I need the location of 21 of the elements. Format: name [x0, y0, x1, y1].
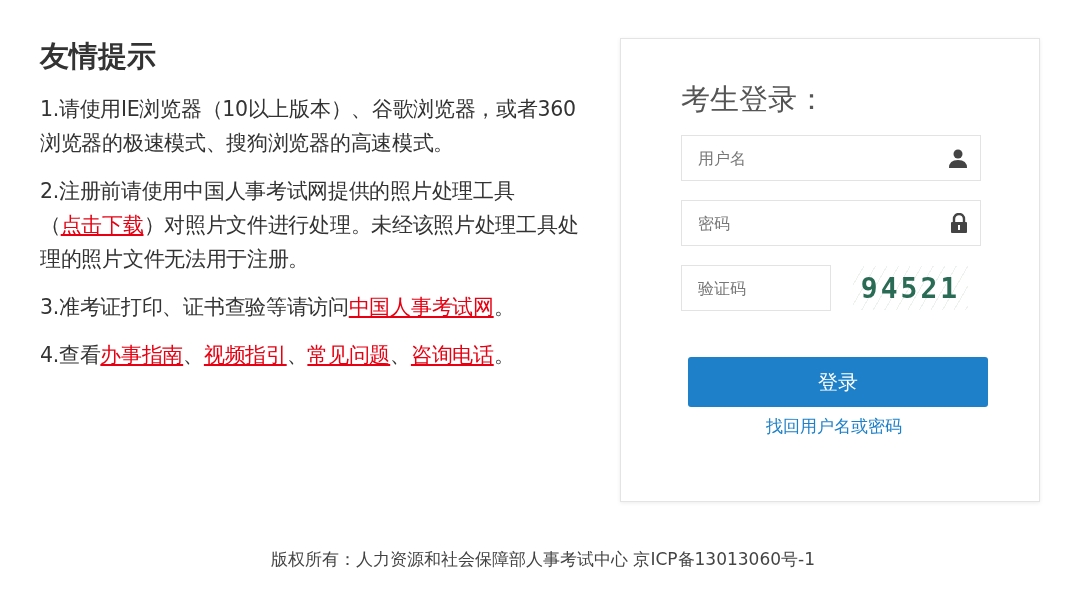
- tip-link[interactable]: 办事指南: [100, 343, 184, 367]
- notice-title: 友情提示: [40, 38, 157, 74]
- tip-link[interactable]: 视频指引: [203, 343, 287, 367]
- login-button[interactable]: 登录: [688, 357, 988, 407]
- tip-link[interactable]: 点击下载: [60, 213, 144, 237]
- tip-text: 4.查看办事指南、视频指引、常见问题、咨询电话。: [40, 342, 516, 369]
- login-title: 考生登录：: [681, 81, 827, 118]
- captcha-image[interactable]: 94521: [853, 266, 968, 310]
- captcha-field[interactable]: 验证码: [681, 265, 831, 311]
- password-field[interactable]: 密码: [681, 200, 981, 246]
- tip-link[interactable]: 中国人事考试网: [348, 295, 494, 319]
- lock-icon: [950, 213, 968, 233]
- tip-link[interactable]: 常见问题: [307, 343, 391, 367]
- recover-link[interactable]: 找回用户名或密码: [765, 415, 902, 438]
- tip-link[interactable]: 咨询电话: [410, 343, 494, 367]
- tip-text: 1.请使用IE浏览器（10以上版本）、谷歌浏览器，或者360浏览器的极速模式、搜狗浏览器的高速模式。: [40, 96, 577, 157]
- user-icon: [948, 148, 968, 168]
- tip-text: 3.准考证打印、证书查验等请访问中国人事考试网。: [40, 294, 516, 321]
- copyright-text: 版权所有：人力资源和社会保障部人事考试中心 京ICP备13013060号-1: [270, 548, 816, 571]
- tip-text: 2.注册前请使用中国人事考试网提供的照片处理工具（点击下载）对照片文件进行处理。未经该照片处理工具处理的照片文件无法用于注册。: [40, 178, 580, 273]
- username-field[interactable]: 用户名: [681, 135, 981, 181]
